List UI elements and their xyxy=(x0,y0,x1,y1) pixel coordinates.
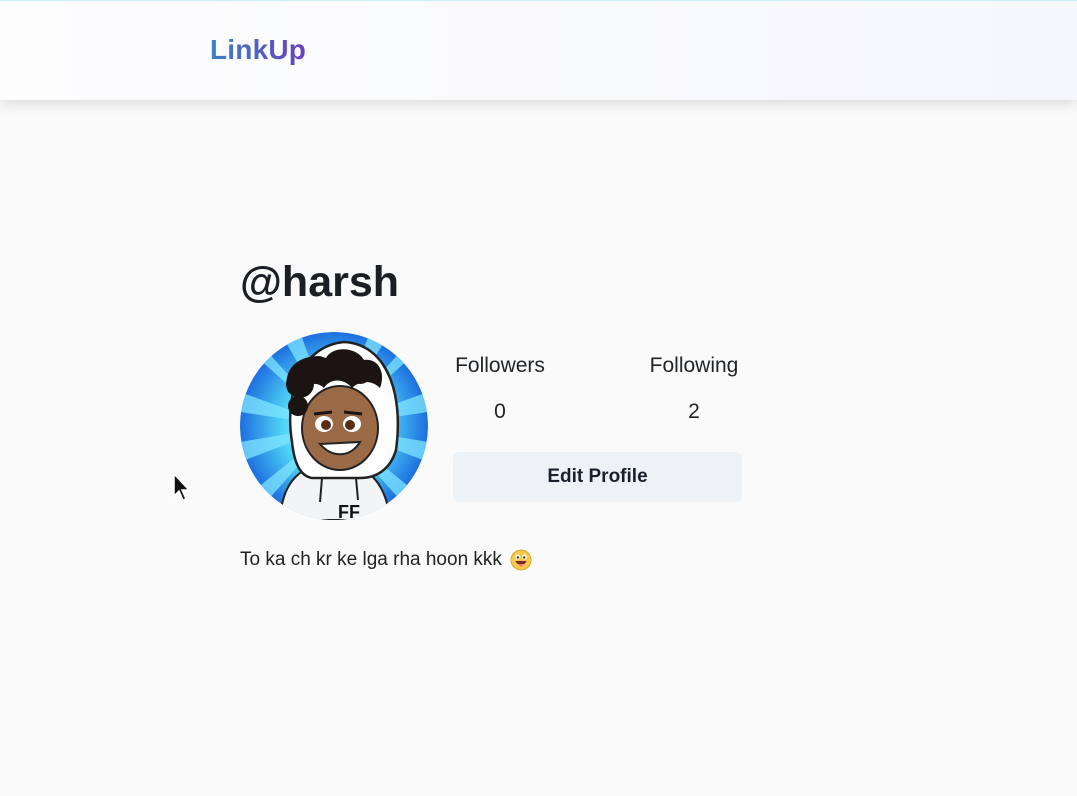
mouse-pointer-icon xyxy=(173,472,191,501)
bio-text: To ka ch kr ke lga rha hoon kkk xyxy=(240,549,502,570)
svg-text:FF: FF xyxy=(338,502,360,520)
profile-username: @harsh xyxy=(240,258,400,306)
followers-stat[interactable]: Followers 0 xyxy=(440,354,560,424)
followers-count: 0 xyxy=(494,400,506,423)
followers-label: Followers xyxy=(455,354,545,377)
top-navbar: LinkUp xyxy=(0,0,1077,100)
profile-avatar: FF xyxy=(240,332,428,520)
following-label: Following xyxy=(649,354,739,377)
app-logo[interactable]: LinkUp xyxy=(210,34,306,66)
edit-profile-button[interactable]: Edit Profile xyxy=(453,452,742,502)
following-count: 2 xyxy=(688,400,700,423)
following-stat[interactable]: Following 2 xyxy=(634,354,754,424)
profile-bio: To ka ch kr ke lga rha hoon kkk xyxy=(240,549,532,571)
grinning-face-with-tongue-icon xyxy=(510,549,532,571)
avatar-illustration: FF xyxy=(240,332,428,520)
